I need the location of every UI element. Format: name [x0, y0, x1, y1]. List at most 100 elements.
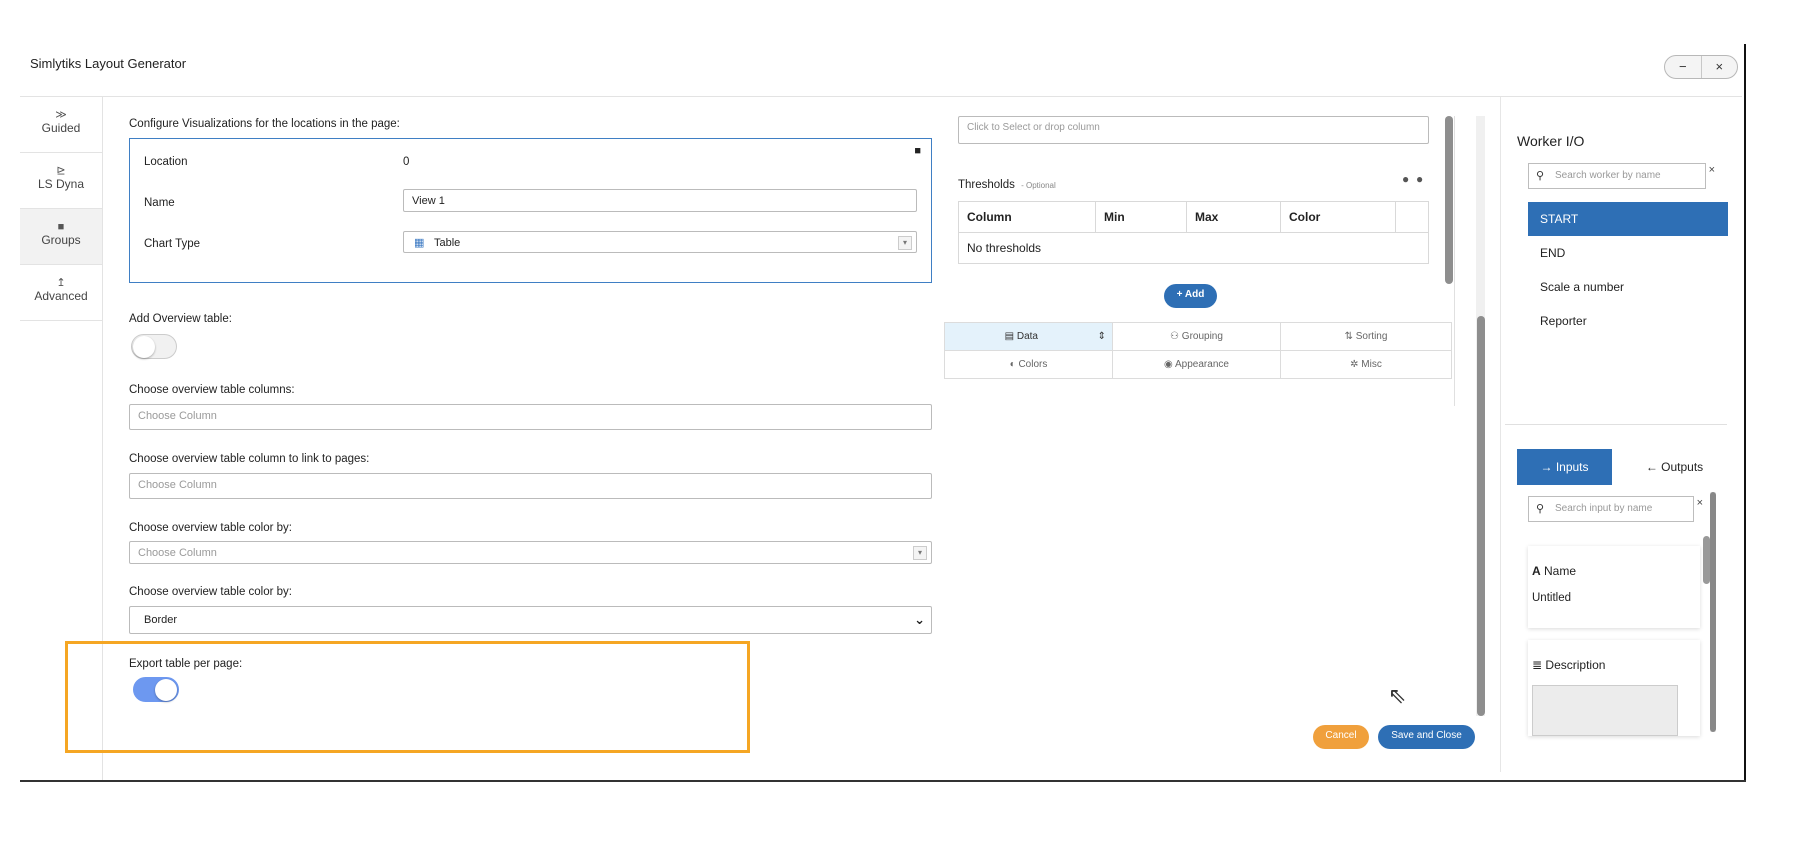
add-threshold-button[interactable]: + Add — [1164, 284, 1217, 308]
input-search-field[interactable]: ⚲ Search input by name × — [1528, 496, 1703, 522]
tab-label: Colors — [1018, 359, 1048, 370]
copy-icon[interactable]: ■ — [914, 145, 921, 157]
tab-label: Appearance — [1175, 359, 1229, 370]
color-by-label-2: Choose overview table color by: — [129, 586, 292, 598]
chart-type-select[interactable]: ▦ Table ▾ — [403, 231, 917, 253]
inner-divider — [1454, 116, 1455, 406]
right-panel-divider — [1500, 97, 1501, 772]
middle-scrollbar[interactable] — [1477, 316, 1485, 716]
table-row: No thresholds — [958, 232, 1429, 264]
name-field-label: Name — [1544, 564, 1577, 578]
inputs-scrollbar[interactable] — [1710, 492, 1716, 732]
worker-io-title: Worker I/O — [1517, 133, 1585, 149]
line-chart-icon: ⊵ — [56, 165, 66, 177]
database-icon: ▤ — [1004, 331, 1015, 342]
color-by-select[interactable]: Choose Column ▾ — [129, 541, 932, 564]
columns-input[interactable]: Choose Column — [129, 404, 932, 430]
chart-type-label: Chart Type — [144, 238, 201, 250]
description-field-header: ≣ Description — [1532, 658, 1605, 672]
inner-scrollbar[interactable] — [1445, 116, 1453, 284]
worker-item-reporter[interactable]: Reporter — [1528, 304, 1728, 338]
inputs-scroll-thumb[interactable] — [1703, 536, 1710, 584]
clear-icon[interactable]: × — [1697, 491, 1703, 515]
chart-type-value: Table — [434, 237, 461, 249]
window-controls: − × — [1664, 55, 1738, 79]
column-drop-zone[interactable]: Click to Select or drop column — [958, 116, 1429, 144]
min-header: Min — [1095, 201, 1187, 233]
add-overview-toggle[interactable] — [131, 334, 177, 359]
add-overview-label: Add Overview table: — [129, 313, 232, 325]
tab-colors[interactable]: ◐ Colors — [944, 350, 1113, 379]
paragraph-icon: ≣ — [1532, 658, 1543, 672]
sidebar-item-advanced[interactable]: ↥ Advanced — [20, 265, 102, 321]
color-by-label: Choose overview table color by: — [129, 522, 292, 534]
tab-appearance[interactable]: ◉ Appearance — [1112, 350, 1281, 379]
window-border-right — [1744, 44, 1746, 782]
toggle-knob — [133, 336, 155, 358]
description-field-card: ≣ Description — [1528, 640, 1700, 736]
sidebar-item-ls-dyna[interactable]: ⊵ LS Dyna — [20, 153, 102, 209]
color-header: Color — [1280, 201, 1396, 233]
stack-icon: ■ — [57, 221, 65, 233]
tab-misc[interactable]: ✲ Misc — [1280, 350, 1452, 379]
color-by-placeholder: Choose Column — [138, 547, 217, 559]
gear-icon: ✲ — [1350, 359, 1359, 370]
thresholds-title: Thresholds - Optional — [958, 179, 1056, 191]
tab-inputs[interactable]: → Inputs — [1517, 449, 1612, 485]
description-field-label: Description — [1545, 658, 1606, 672]
worker-search-placeholder: Search worker by name — [1555, 170, 1661, 181]
link-input[interactable]: Choose Column — [129, 473, 932, 499]
minimize-button[interactable]: − — [1665, 56, 1701, 78]
worker-search-input[interactable]: ⚲ Search worker by name × — [1528, 163, 1715, 189]
dropdown-arrow-icon: ▾ — [898, 236, 912, 250]
worker-item-end[interactable]: END — [1528, 236, 1728, 270]
dropdown-arrow-icon: ▾ — [913, 546, 927, 560]
arrow-up-icon: ↥ — [56, 277, 66, 289]
config-heading: Configure Visualizations for the locatio… — [129, 118, 400, 130]
link-label: Choose overview table column to link to … — [129, 453, 370, 465]
tab-label: Grouping — [1181, 331, 1223, 342]
empty-header — [1395, 201, 1429, 233]
sorting-icon: ⇅ — [1344, 331, 1353, 342]
border-select[interactable]: Border ⌄ — [129, 606, 932, 634]
double-chevron-icon: ≫ — [55, 109, 67, 121]
mouse-cursor-icon: ⇖ — [1388, 683, 1407, 708]
columns-label: Choose overview table columns: — [129, 384, 295, 396]
table-header-row: Column Min Max Color — [958, 201, 1429, 233]
no-thresholds-text: No thresholds — [958, 232, 1429, 264]
worker-section-divider — [1505, 424, 1727, 425]
tab-label: Data — [1016, 331, 1038, 342]
save-and-close-button[interactable]: Save and Close — [1378, 725, 1475, 749]
eye-icon: ◉ — [1164, 359, 1173, 370]
clear-icon[interactable]: × — [1709, 158, 1715, 182]
border-select-value: Border — [144, 614, 178, 626]
sidebar-item-label: Guided — [41, 121, 81, 135]
worker-item-start[interactable]: START — [1528, 202, 1728, 236]
location-value: 0 — [403, 156, 410, 168]
search-icon: ⚲ — [1536, 503, 1545, 515]
name-field-value[interactable]: Untitled — [1532, 592, 1571, 604]
search-icon: ⚲ — [1536, 170, 1545, 182]
name-field-header: A Name — [1532, 564, 1576, 578]
highlight-box — [65, 641, 750, 753]
cancel-button[interactable]: Cancel — [1313, 725, 1369, 749]
name-input[interactable]: View 1 — [403, 189, 917, 212]
window-title: Simlytiks Layout Generator — [30, 56, 187, 71]
close-button[interactable]: × — [1700, 56, 1738, 78]
tab-sorting[interactable]: ⇅ Sorting — [1280, 322, 1452, 351]
info-icon[interactable]: ● — [1416, 172, 1423, 186]
tab-data[interactable]: ▤ Data ⇕ — [944, 322, 1113, 351]
sidebar-item-label: LS Dyna — [37, 177, 85, 191]
column-header: Column — [958, 201, 1096, 233]
sidebar-item-guided[interactable]: ≫ Guided — [20, 97, 102, 153]
tab-outputs[interactable]: ← Outputs — [1622, 449, 1727, 485]
chevron-down-icon: ⌄ — [914, 612, 925, 627]
worker-item-scale[interactable]: Scale a number — [1528, 270, 1728, 304]
description-textarea[interactable] — [1532, 685, 1678, 736]
sidebar-item-label: Groups — [41, 233, 81, 247]
tab-grouping[interactable]: ⚇ Grouping — [1112, 322, 1281, 351]
table-icon: ▦ — [414, 237, 425, 249]
sidebar-item-groups[interactable]: ■ Groups — [20, 209, 102, 265]
check-circle-icon[interactable]: ● — [1402, 172, 1409, 186]
input-search-placeholder: Search input by name — [1555, 503, 1653, 514]
